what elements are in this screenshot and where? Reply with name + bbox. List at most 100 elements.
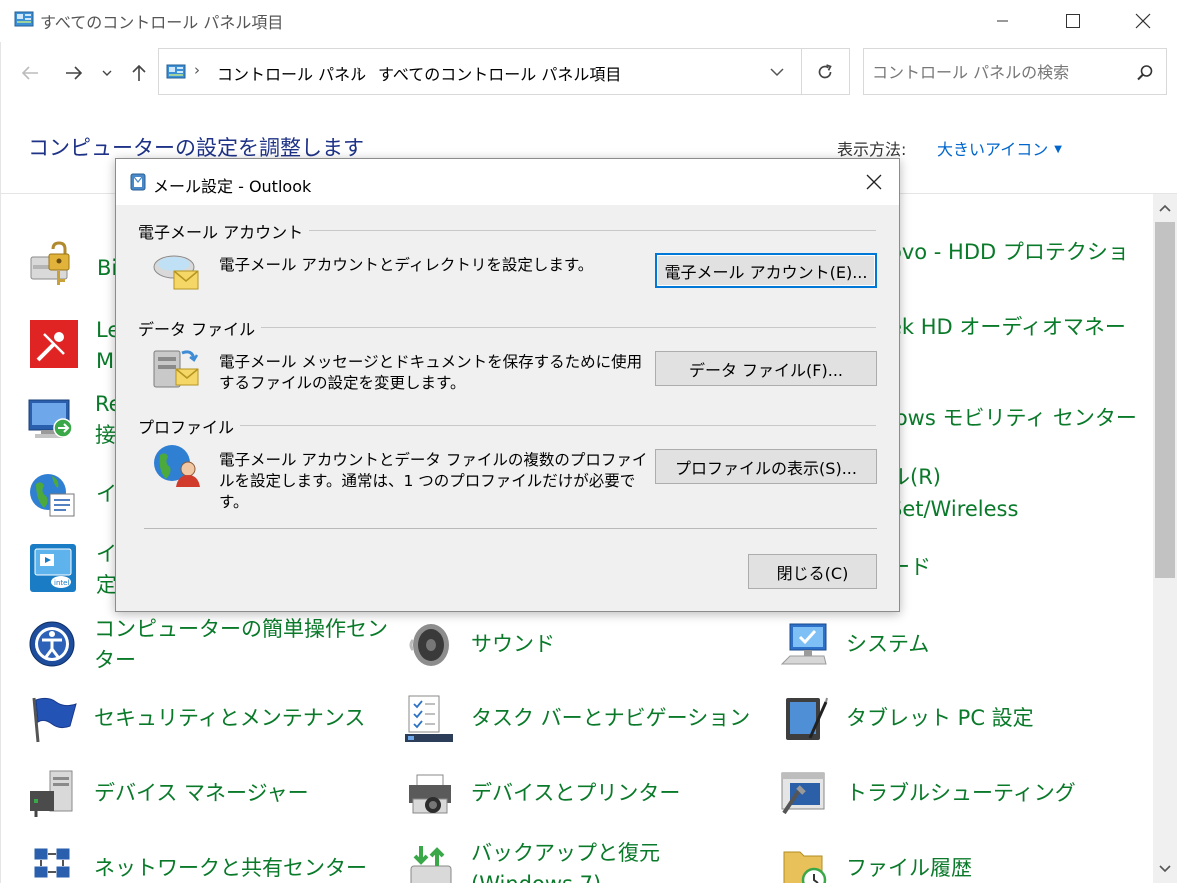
view-by-value: 大きいアイコン <box>937 140 1049 159</box>
refresh-button[interactable] <box>807 57 843 87</box>
close-icon <box>866 174 882 190</box>
chevron-down-icon <box>770 67 784 76</box>
backup-icon <box>410 846 452 883</box>
item-label-line2: 接 <box>95 423 116 447</box>
flag-icon <box>32 697 77 743</box>
profiles-description: 電子メール アカウントとデータ ファイルの複数のプロファイルを設定します。通常は… <box>219 451 648 511</box>
item-label-line1: コンピューターの簡単操作セン <box>94 617 388 641</box>
tablet-icon <box>786 697 828 740</box>
control-panel-window: すべてのコントロール パネル項目 › コントロール パネル › すべてのコントロ… <box>0 0 1177 883</box>
item-label-line2: 定 <box>96 573 117 597</box>
taskbar-icon <box>405 695 453 742</box>
minimize-button[interactable] <box>968 0 1038 42</box>
network-icon <box>33 847 71 879</box>
data-files-description: 電子メール メッセージとドキュメントを保存するために使用するファイルの設定を変更… <box>219 353 643 392</box>
vertical-scrollbar[interactable] <box>1153 194 1177 883</box>
breadcrumb-control-panel[interactable]: コントロール パネル <box>217 61 366 85</box>
dialog-title: メール設定 - Outlook <box>153 177 312 196</box>
bitlocker-icon <box>30 241 70 285</box>
profiles-group-title: プロファイル <box>138 414 241 438</box>
control-panel-icon <box>166 64 186 79</box>
search-button[interactable] <box>1132 60 1158 86</box>
chevron-up-icon <box>1159 204 1171 212</box>
recent-locations-button[interactable] <box>97 58 117 88</box>
back-button[interactable] <box>17 58 43 88</box>
item-label: ファイル履歴 <box>846 856 972 880</box>
file-history-icon <box>783 851 827 883</box>
item-label: タスク バーとナビゲーション <box>471 706 751 730</box>
item-realtek-label[interactable]: ek HD オーディオマネー <box>889 311 1126 343</box>
scroll-down-button[interactable] <box>1153 859 1177 879</box>
dialog-title-bar: メール設定 - Outlook <box>116 159 899 205</box>
scroll-thumb[interactable] <box>1155 222 1175 578</box>
item-label: トラブルシューティング <box>846 781 1076 805</box>
close-button[interactable]: 閉じる(C) <box>748 554 877 589</box>
internet-options-icon <box>30 474 75 517</box>
data-files-button[interactable]: データ ファイル(F)... <box>655 351 877 386</box>
item-label-line2: (Windows 7) <box>471 868 601 883</box>
title-bar: すべてのコントロール パネル項目 <box>0 0 1177 42</box>
forward-button[interactable] <box>61 58 87 88</box>
system-monitor-icon <box>780 623 827 665</box>
window-title: すべてのコントロール パネル項目 <box>40 13 284 32</box>
email-accounts-group-title: 電子メール アカウント <box>138 219 310 243</box>
device-manager-icon <box>30 770 73 817</box>
profiles-icon <box>154 445 200 487</box>
view-by-dropdown[interactable]: 大きいアイコン ▼ <box>937 136 1062 160</box>
arrow-left-icon <box>21 66 38 80</box>
chevron-down-icon <box>102 70 112 76</box>
address-bar[interactable]: › コントロール パネル › すべてのコントロール パネル項目 <box>158 48 850 95</box>
refresh-icon <box>818 64 832 79</box>
address-divider <box>801 49 802 94</box>
item-label: セキュリティとメンテナンス <box>94 706 366 730</box>
intel-graphics-icon: intel <box>30 544 76 592</box>
item-label: サウンド <box>471 632 555 656</box>
search-icon <box>1137 65 1153 81</box>
troubleshoot-icon <box>781 772 825 815</box>
maximize-button[interactable] <box>1038 0 1108 42</box>
breadcrumb-all-items[interactable]: すべてのコントロール パネル項目 <box>378 61 621 85</box>
lenovo-app-icon <box>30 320 78 368</box>
arrow-right-icon <box>66 66 83 80</box>
item-label: システム <box>846 632 930 656</box>
group-divider <box>138 425 876 426</box>
email-accounts-icon <box>153 255 199 290</box>
item-label-line1: イ <box>96 542 117 566</box>
breadcrumb-separator-icon[interactable]: › <box>356 61 362 79</box>
window-left-border <box>0 42 1 883</box>
mail-setup-icon <box>130 173 146 191</box>
item-label-line1: バックアップと復元 <box>471 841 660 865</box>
item-label: タブレット PC 設定 <box>846 706 1034 730</box>
speaker-icon <box>409 624 449 666</box>
item-label-line2: ター <box>94 648 136 672</box>
up-button[interactable] <box>126 58 152 88</box>
item-label: デバイスとプリンター <box>471 781 681 805</box>
item-label: イ <box>96 482 117 506</box>
dialog-close-button[interactable] <box>854 167 894 197</box>
ease-of-access-icon <box>29 621 75 667</box>
chevron-down-icon <box>1159 865 1171 873</box>
svg-text:intel: intel <box>54 579 69 587</box>
item-label: デバイス マネージャー <box>94 781 309 805</box>
email-accounts-button[interactable]: 電子メール アカウント(E)... <box>655 253 877 288</box>
item-label: ネットワークと共有センター <box>94 856 367 880</box>
close-window-button[interactable] <box>1108 0 1177 42</box>
item-lenovo-hdd-label[interactable]: ovo - HDD プロテクショ <box>889 236 1129 268</box>
item-intel-wireless-label-2[interactable]: Set/Wireless <box>889 493 1018 525</box>
control-panel-icon <box>14 11 34 27</box>
printer-icon <box>409 774 451 814</box>
remoteapp-icon <box>28 399 73 438</box>
search-input[interactable] <box>872 61 1122 83</box>
show-profiles-button[interactable]: プロファイルの表示(S)... <box>655 449 877 484</box>
address-dropdown-button[interactable] <box>763 57 791 87</box>
view-by-label: 表示方法: <box>837 140 907 159</box>
minimize-icon <box>997 20 1008 22</box>
data-files-group-title: データ ファイル <box>138 316 262 340</box>
arrow-up-icon <box>132 64 146 81</box>
mail-setup-dialog: メール設定 - Outlook 電子メール アカウント 電子メール アカウントと… <box>115 158 900 612</box>
dialog-divider <box>144 528 877 529</box>
scroll-up-button[interactable] <box>1153 198 1177 218</box>
item-mobility-center-label[interactable]: lows モビリティ センター <box>889 402 1137 434</box>
search-box <box>863 48 1167 95</box>
breadcrumb-separator-icon: › <box>194 61 200 79</box>
